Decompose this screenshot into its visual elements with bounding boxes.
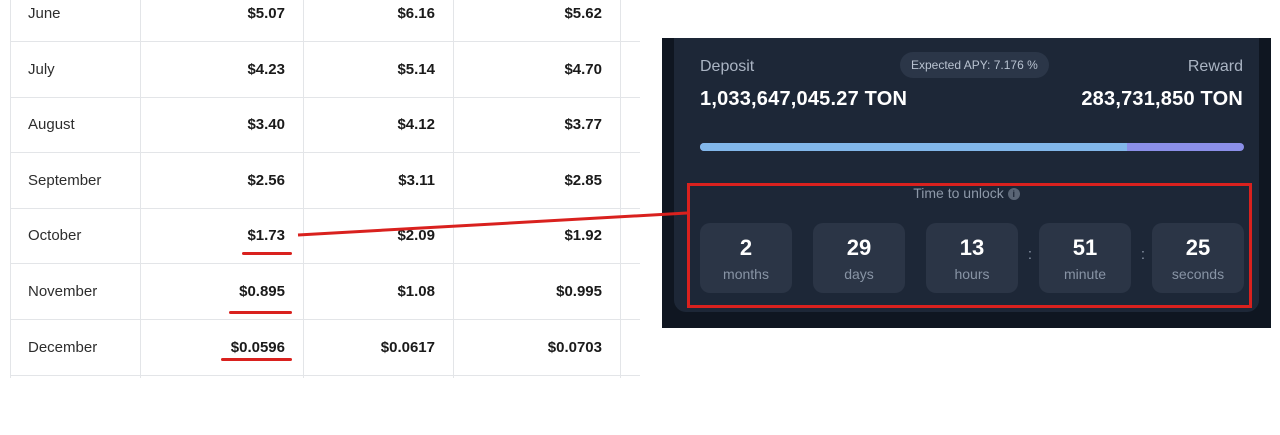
- annotation-connector: [297, 211, 688, 237]
- annotation-line: [297, 211, 688, 237]
